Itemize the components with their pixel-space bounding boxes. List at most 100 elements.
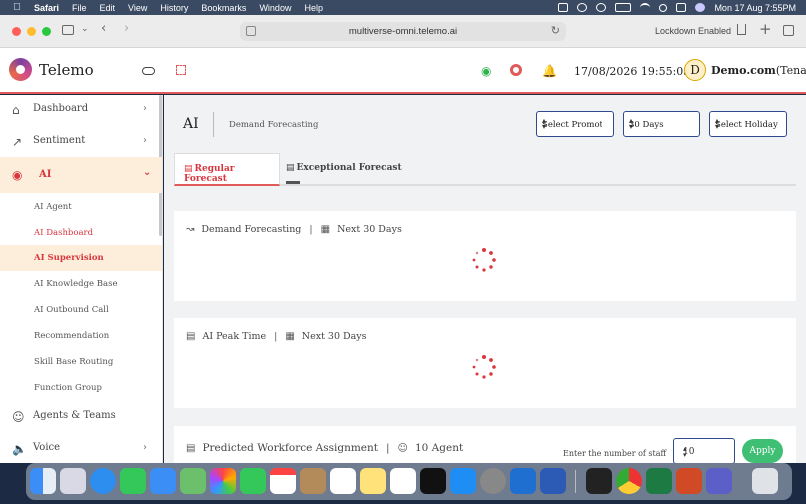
tab-exceptional-forecast[interactable]: ▤ Exceptional Forecast (286, 153, 406, 186)
sidebar-item-ai[interactable]: ◉ AI ⌄ (0, 157, 162, 193)
freeform-icon[interactable] (390, 468, 416, 494)
calendar-app-icon[interactable] (270, 468, 296, 494)
holiday-select[interactable]: Select Holiday ▴ ▾ (709, 111, 787, 137)
reminders-icon[interactable] (330, 468, 356, 494)
sidebar-subitem-function-group[interactable]: Function Group (0, 375, 162, 401)
menu-clock[interactable]: Mon 17 Aug 7:55PM (714, 3, 796, 13)
fullscreen-icon[interactable] (176, 65, 186, 75)
avatar[interactable]: D (684, 59, 706, 81)
sidebar-subitem-ai-supervision[interactable]: AI Supervision (0, 245, 162, 271)
launchpad-icon[interactable] (60, 468, 86, 494)
sidebar-subitem-ai-outbound-call[interactable]: AI Outbound Call (0, 297, 162, 323)
sidebar-subitem-ai-agent[interactable]: AI Agent (0, 194, 162, 220)
help-lifebuoy-icon[interactable] (510, 64, 522, 76)
home-icon: ⌂ (12, 103, 20, 117)
sidebar-item-agents-teams[interactable]: ☺ Agents & Teams (0, 401, 162, 433)
address-bar[interactable]: multiverse-omni.telemo.ai ↻ (240, 22, 566, 41)
menu-file[interactable]: File (72, 3, 87, 13)
safari-icon[interactable] (90, 468, 116, 494)
powerpoint-icon[interactable] (676, 468, 702, 494)
menu-bookmarks[interactable]: Bookmarks (201, 3, 246, 13)
sidebar-collapse-toggle-icon[interactable] (142, 67, 155, 75)
tab-regular-forecast[interactable]: ▤ Regular Forecast (174, 153, 280, 186)
sidebar-subitem-ai-knowledge-base[interactable]: AI Knowledge Base (0, 271, 162, 297)
subitem-label: AI Agent (34, 202, 72, 212)
sidebar-subitem-recommendation[interactable]: Recommendation (0, 323, 162, 349)
siri-icon[interactable] (695, 3, 706, 12)
notes-icon[interactable] (360, 468, 386, 494)
chevron-right-icon: › (143, 135, 147, 146)
app-store-icon[interactable] (450, 468, 476, 494)
apply-button[interactable]: Apply (742, 439, 783, 463)
teams-icon[interactable] (706, 468, 732, 494)
back-icon[interactable]: ‹ (101, 21, 106, 36)
page-title: AI (183, 116, 199, 132)
reload-icon[interactable]: ↻ (551, 24, 560, 37)
sidebar-item-sentiment[interactable]: ↗ Sentiment › (0, 125, 162, 157)
battery-icon[interactable] (615, 3, 632, 12)
finder-icon[interactable] (30, 468, 56, 494)
bar-chart-icon: ▤ (186, 331, 196, 342)
select-arrows-icon: ▴ ▾ (629, 118, 634, 130)
control-center-icon[interactable] (558, 3, 569, 12)
facetime-icon[interactable] (240, 468, 266, 494)
zoom-window-button[interactable] (42, 27, 51, 36)
line-chart-icon: ↝ (186, 224, 195, 235)
sidebar-toggle-icon[interactable] (62, 25, 74, 35)
terminal-icon[interactable] (586, 468, 612, 494)
menu-help[interactable]: Help (304, 3, 323, 13)
card-agents: 10 Agent (414, 442, 464, 454)
sidebar-subitem-skill-base-routing[interactable]: Skill Base Routing (0, 349, 162, 375)
stepper-arrows-icon[interactable]: ▴ ▾ (683, 446, 728, 459)
word-icon[interactable] (540, 468, 566, 494)
subitem-label: AI Knowledge Base (34, 279, 118, 289)
window-controls (12, 27, 51, 36)
minimize-window-button[interactable] (27, 27, 36, 36)
menu-view[interactable]: View (128, 3, 147, 13)
page-subtitle: Demand Forecasting (229, 120, 319, 130)
macos-dock (26, 463, 792, 500)
subitem-label: AI Dashboard (34, 228, 94, 238)
user-switch-icon[interactable] (676, 3, 687, 12)
apple-tv-icon[interactable] (420, 468, 446, 494)
screen-mirror-icon[interactable] (577, 3, 588, 12)
menu-edit[interactable]: Edit (100, 3, 116, 13)
menu-app-name[interactable]: Safari (34, 3, 59, 13)
excel-icon[interactable] (646, 468, 672, 494)
maps-icon[interactable] (180, 468, 206, 494)
tenant-name[interactable]: Demo.com(Tenant) (711, 64, 806, 77)
contacts-icon[interactable] (300, 468, 326, 494)
promotion-select[interactable]: Select Promotio ▴▾ (536, 111, 614, 137)
notification-bell-icon[interactable]: 🔔 (542, 64, 557, 78)
close-window-button[interactable] (12, 27, 21, 36)
wifi-status-icon[interactable] (640, 3, 651, 12)
mail-icon[interactable] (150, 468, 176, 494)
sidebar-subitem-ai-dashboard[interactable]: AI Dashboard (0, 220, 162, 246)
tenant-domain: Demo.com (711, 64, 776, 77)
brand-name: Telemo (39, 61, 94, 79)
new-tab-icon[interactable]: + (759, 20, 772, 38)
reader-icon[interactable] (246, 26, 256, 36)
apple-icon[interactable]:  (10, 2, 24, 13)
trash-icon[interactable] (752, 468, 778, 494)
forward-icon[interactable]: › (124, 21, 129, 36)
share-icon[interactable] (737, 24, 746, 35)
card-title: Predicted Workforce Assignment (202, 442, 378, 454)
outlook-icon[interactable] (510, 468, 536, 494)
play-icon[interactable] (596, 3, 607, 12)
chrome-icon[interactable] (616, 468, 642, 494)
lockdown-indicator: Lockdown Enabled (655, 26, 732, 36)
sidebar-item-dashboard[interactable]: ⌂ Dashboard › (0, 95, 162, 125)
menu-history[interactable]: History (160, 3, 188, 13)
menu-window[interactable]: Window (259, 3, 291, 13)
chevron-down-icon[interactable]: ⌄ (81, 24, 89, 34)
tab-overview-icon[interactable] (783, 25, 794, 36)
bar-chart-icon: ▤ (184, 164, 193, 174)
messages-icon[interactable] (120, 468, 146, 494)
system-settings-icon[interactable] (480, 468, 506, 494)
spotlight-icon[interactable] (659, 3, 668, 12)
days-select[interactable]: 30 Days ▴ ▾ (623, 111, 700, 137)
photos-icon[interactable] (210, 468, 236, 494)
staff-count-stepper[interactable]: 10 ▴ ▾ (673, 438, 735, 463)
sidebar-item-voice[interactable]: 🔈 Voice › (0, 433, 162, 463)
